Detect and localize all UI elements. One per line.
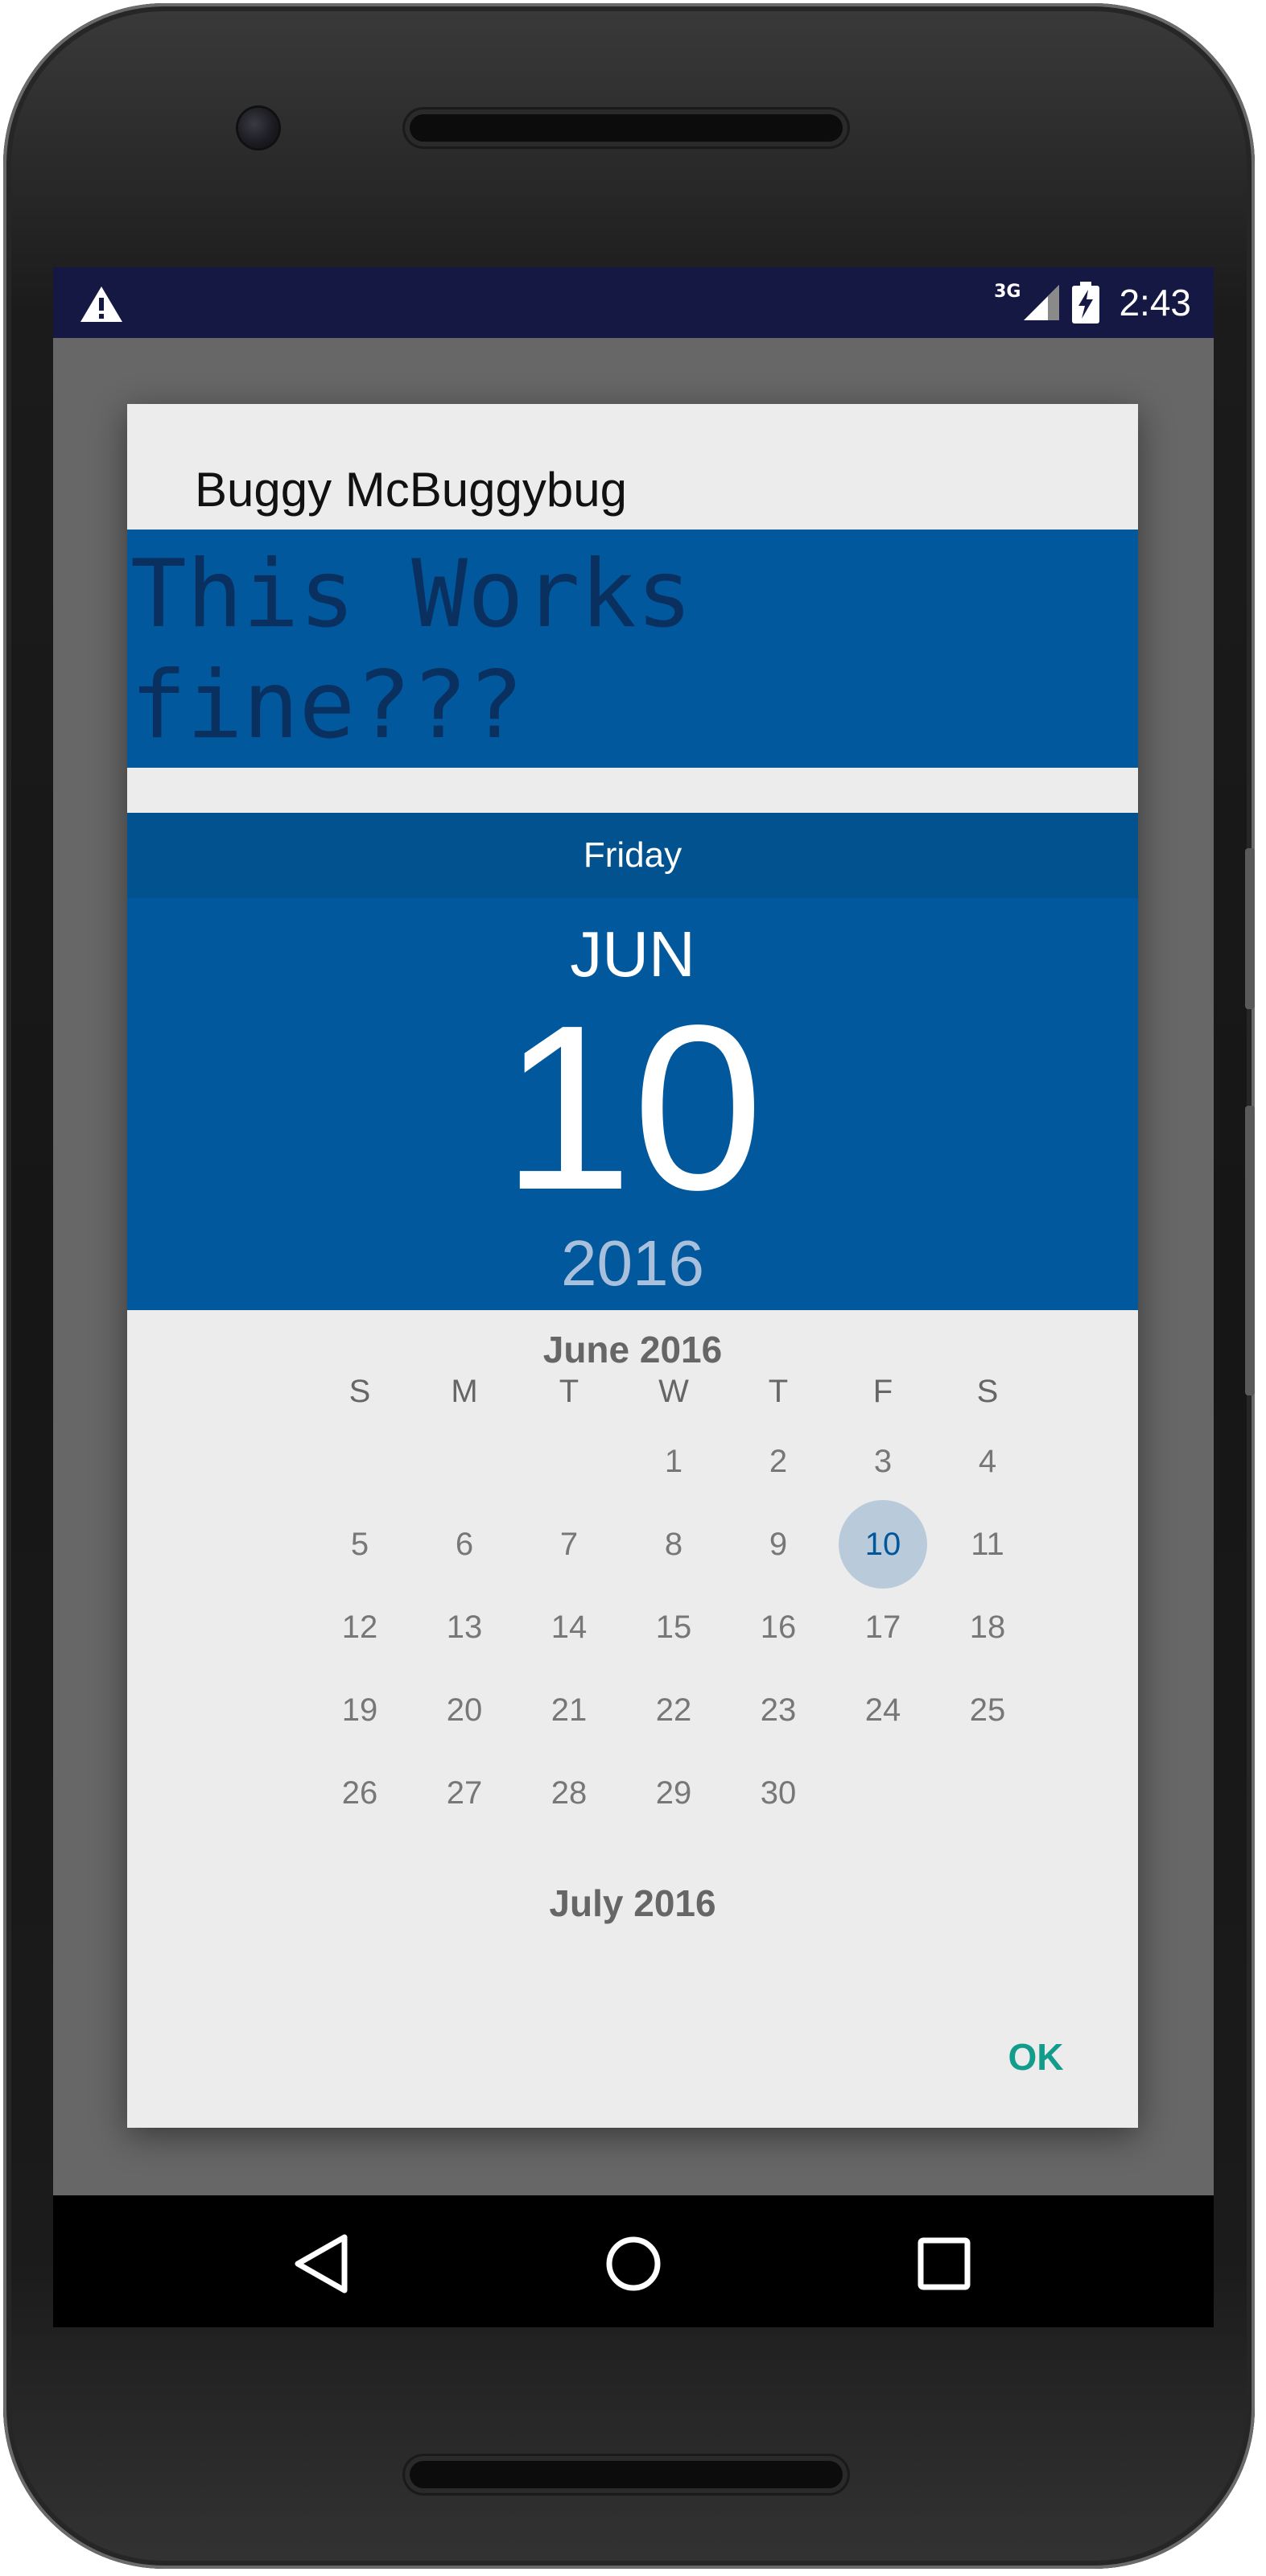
- top-speaker: [405, 109, 847, 146]
- calendar-day[interactable]: 2: [734, 1417, 823, 1506]
- calendar-day[interactable]: 18: [943, 1583, 1032, 1671]
- back-icon[interactable]: [287, 2228, 359, 2300]
- signal-icon: [1024, 285, 1060, 320]
- battery-charging-icon: [1072, 282, 1100, 324]
- dialog-title: Buggy McBuggybug: [195, 463, 628, 517]
- calendar-day[interactable]: 27: [420, 1749, 509, 1837]
- calendar-day[interactable]: 9: [734, 1500, 823, 1589]
- next-month-title: July 2016: [549, 1882, 716, 1924]
- calendar-day[interactable]: 19: [315, 1666, 404, 1754]
- calendar-day[interactable]: 17: [839, 1583, 927, 1671]
- weekday-label: W: [658, 1374, 689, 1409]
- calendar-day-label: 8: [664, 1527, 683, 1562]
- calendar-day-label: 7: [559, 1527, 579, 1562]
- calendar-day-label: 21: [551, 1692, 588, 1728]
- calendar-day[interactable]: 24: [839, 1666, 927, 1754]
- calendar-day-label: 1: [664, 1444, 683, 1479]
- calendar-day-label: 3: [873, 1444, 893, 1479]
- calendar-day-label: 9: [769, 1527, 788, 1562]
- weekday-label: M: [451, 1374, 478, 1409]
- calendar-day-label: 11: [971, 1527, 1004, 1562]
- selected-date-label[interactable]: 10: [127, 990, 1138, 1225]
- calendar-day[interactable]: 30: [734, 1749, 823, 1837]
- calendar-day[interactable]: 13: [420, 1583, 509, 1671]
- weekday-label: S: [976, 1374, 999, 1409]
- weekday-label: T: [559, 1374, 579, 1409]
- bottom-speaker: [405, 2456, 847, 2493]
- phone-frame: 3G 2:43 Buggy McBuggybug This Works fine…: [3, 3, 1255, 2569]
- power-button: [1245, 848, 1255, 1009]
- calendar-day[interactable]: 3: [839, 1417, 927, 1506]
- calendar-day[interactable]: 21: [525, 1666, 613, 1754]
- weekday-label: T: [768, 1374, 789, 1409]
- weekday-label: F: [872, 1374, 893, 1409]
- volume-button: [1245, 1106, 1255, 1395]
- calendar-day[interactable]: 26: [315, 1749, 404, 1837]
- calendar-day-label: 15: [655, 1609, 692, 1645]
- calendar-day-label: 29: [655, 1775, 692, 1811]
- calendar-day[interactable]: 6: [420, 1500, 509, 1589]
- calendar-day-label: 19: [341, 1692, 378, 1728]
- calendar-day[interactable]: 11: [943, 1500, 1032, 1589]
- calendar-day-label: 4: [978, 1444, 997, 1479]
- calendar-day-label: 16: [760, 1609, 797, 1645]
- calendar-day-label: 13: [446, 1609, 483, 1645]
- calendar-day[interactable]: 15: [629, 1583, 718, 1671]
- weekday-label: S: [348, 1374, 371, 1409]
- date-picker-header: Friday JUN 10 2016: [127, 813, 1138, 1310]
- calendar-day-label: 25: [969, 1692, 1006, 1728]
- status-bar: 3G 2:43: [53, 267, 1214, 338]
- calendar-day-label: 2: [769, 1444, 788, 1479]
- calendar-day-label: 22: [655, 1692, 692, 1728]
- calendar-day-label: 28: [551, 1775, 588, 1811]
- calendar-day[interactable]: 29: [629, 1749, 718, 1837]
- calendar-day-selected[interactable]: 10: [839, 1500, 927, 1589]
- calendar-day[interactable]: 23: [734, 1666, 823, 1754]
- calendar-day[interactable]: 8: [629, 1500, 718, 1589]
- calendar-day[interactable]: 28: [525, 1749, 613, 1837]
- calendar-day[interactable]: 12: [315, 1583, 404, 1671]
- calendar-day[interactable]: 4: [943, 1417, 1032, 1506]
- calendar-day-label: 30: [760, 1775, 797, 1811]
- calendar-day[interactable]: 25: [943, 1666, 1032, 1754]
- calendar-day-label: 10: [864, 1527, 901, 1562]
- front-camera: [238, 108, 278, 148]
- calendar-day[interactable]: 5: [315, 1500, 404, 1589]
- calendar-day-label: 26: [341, 1775, 378, 1811]
- calendar-day-label: 17: [864, 1609, 901, 1645]
- ok-button[interactable]: OK: [975, 2017, 1096, 2097]
- navigation-bar: [53, 2195, 1214, 2327]
- calendar-day-label: 18: [969, 1609, 1006, 1645]
- custom-text-view: This Works fine???: [127, 530, 1138, 768]
- calendar-day[interactable]: 20: [420, 1666, 509, 1754]
- clock: 2:43: [1119, 282, 1191, 324]
- calendar-day-label: 20: [446, 1692, 483, 1728]
- calendar-day[interactable]: 22: [629, 1666, 718, 1754]
- home-icon[interactable]: [597, 2228, 670, 2300]
- calendar-day-label: 24: [864, 1692, 901, 1728]
- calendar-day[interactable]: 14: [525, 1583, 613, 1671]
- calendar-day[interactable]: 1: [629, 1417, 718, 1506]
- day-of-week-label: Friday: [127, 813, 1138, 898]
- calendar-day-label: 14: [551, 1609, 588, 1645]
- recents-icon[interactable]: [908, 2228, 980, 2300]
- network-type-label: 3G: [994, 281, 1021, 302]
- warning-icon: [80, 286, 122, 322]
- screen: 3G 2:43 Buggy McBuggybug This Works fine…: [53, 267, 1214, 2327]
- calendar-day[interactable]: 7: [525, 1500, 613, 1589]
- calendar-day-label: 5: [350, 1527, 369, 1562]
- calendar-day-label: 23: [760, 1692, 797, 1728]
- calendar-day[interactable]: 16: [734, 1583, 823, 1671]
- calendar-day-label: 12: [341, 1609, 378, 1645]
- selected-year-label[interactable]: 2016: [127, 1226, 1138, 1300]
- calendar-day-label: 27: [446, 1775, 483, 1811]
- calendar-day-label: 6: [455, 1527, 474, 1562]
- date-picker-dialog: Buggy McBuggybug This Works fine??? Frid…: [127, 404, 1138, 2128]
